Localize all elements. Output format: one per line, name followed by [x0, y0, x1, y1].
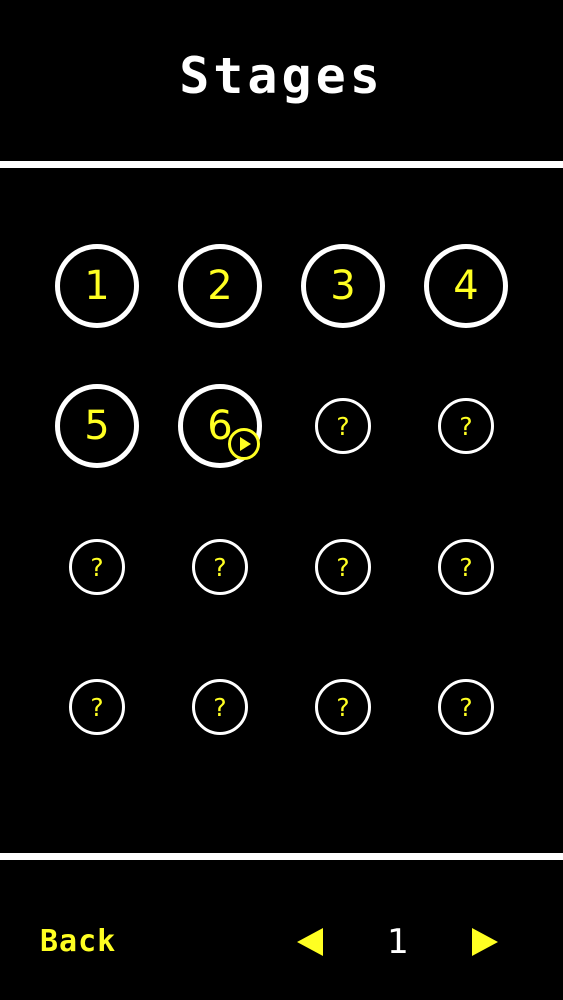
arrow-right-icon[interactable] [472, 928, 498, 956]
stage-button-3[interactable]: 3 [301, 244, 385, 328]
back-button[interactable]: Back [40, 924, 116, 960]
stage-button-1[interactable]: 1 [55, 244, 139, 328]
stage-number: 4 [453, 263, 479, 309]
play-icon [228, 428, 260, 460]
question-mark-icon: ? [90, 552, 104, 582]
stage-number: 2 [207, 263, 233, 309]
top-divider [0, 161, 563, 168]
question-mark-icon: ? [336, 692, 350, 722]
stage-button-locked[interactable]: ? [192, 539, 248, 595]
stage-number: 3 [330, 263, 356, 309]
header: Stages [0, 0, 563, 160]
stage-button-locked[interactable]: ? [69, 679, 125, 735]
stage-button-locked[interactable]: ? [315, 679, 371, 735]
stage-button-locked[interactable]: ? [438, 539, 494, 595]
arrow-left-icon[interactable] [297, 928, 323, 956]
stage-number: 5 [84, 403, 110, 449]
question-mark-icon: ? [459, 692, 473, 722]
stage-button-locked[interactable]: ? [192, 679, 248, 735]
footer: Back 1 [0, 860, 563, 1000]
stage-button-locked[interactable]: ? [438, 398, 494, 454]
stage-button-locked[interactable]: ? [315, 398, 371, 454]
stage-number: 1 [84, 263, 110, 309]
question-mark-icon: ? [336, 411, 350, 441]
stage-button-5[interactable]: 5 [55, 384, 139, 468]
page-number: 1 [387, 922, 409, 962]
question-mark-icon: ? [459, 552, 473, 582]
stage-button-locked[interactable]: ? [315, 539, 371, 595]
page-title: Stages [179, 47, 384, 105]
question-mark-icon: ? [459, 411, 473, 441]
stage-button-4[interactable]: 4 [424, 244, 508, 328]
stage-button-locked[interactable]: ? [69, 539, 125, 595]
question-mark-icon: ? [90, 692, 104, 722]
stage-button-2[interactable]: 2 [178, 244, 262, 328]
question-mark-icon: ? [213, 692, 227, 722]
question-mark-icon: ? [336, 552, 350, 582]
stage-button-locked[interactable]: ? [438, 679, 494, 735]
stage-grid: 1 2 3 4 5 6?????????? [0, 168, 563, 853]
play-triangle [240, 437, 251, 451]
bottom-divider [0, 853, 563, 860]
question-mark-icon: ? [213, 552, 227, 582]
stage-button-6[interactable]: 6 [178, 384, 262, 468]
